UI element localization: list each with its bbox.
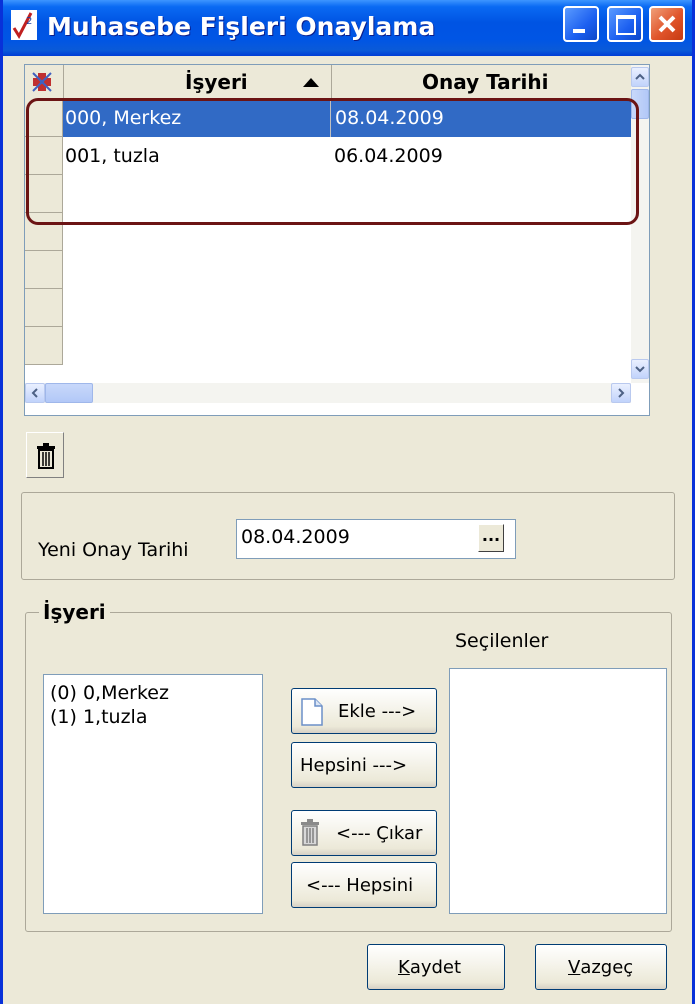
minimize-button[interactable] <box>563 6 599 42</box>
svg-text:2: 2 <box>26 16 32 27</box>
row-header[interactable] <box>25 327 63 365</box>
secilenler-label: Seçilenler <box>455 630 549 652</box>
cancel-button[interactable]: Vazgeç <box>535 944 667 990</box>
close-icon <box>658 15 676 33</box>
chevron-left-icon <box>31 388 38 398</box>
chevron-down-icon <box>635 366 645 373</box>
isyeri-group-legend: İşyeri <box>39 600 110 624</box>
main-window: 2 Muhasebe Fişleri Onaylama İşyeri Onay … <box>0 0 695 1004</box>
row-header[interactable] <box>25 289 63 327</box>
sort-ascending-icon <box>303 78 319 87</box>
maximize-button[interactable] <box>607 6 643 42</box>
scroll-left-button[interactable] <box>25 383 45 403</box>
scroll-down-button[interactable] <box>631 359 649 379</box>
window-title: Muhasebe Fişleri Onaylama <box>47 12 436 41</box>
new-document-icon <box>301 698 323 726</box>
save-button-label: Kaydet <box>398 945 461 989</box>
app-icon: 2 <box>11 10 37 40</box>
close-button[interactable] <box>649 6 685 42</box>
scroll-up-button[interactable] <box>631 67 649 87</box>
column-header-isyeri[interactable]: İşyeri <box>63 65 332 99</box>
yeni-onay-label: Yeni Onay Tarihi <box>38 539 189 561</box>
column-header-isyeri-label: İşyeri <box>185 70 248 94</box>
grid-header: İşyeri Onay Tarihi <box>25 65 632 100</box>
horizontal-scrollbar[interactable] <box>25 383 631 403</box>
trash-icon <box>37 443 55 469</box>
highlight-annotation <box>26 98 639 225</box>
cancel-label-rest: azgeç <box>580 956 634 978</box>
column-header-onay-tarihi-label: Onay Tarihi <box>422 70 549 94</box>
row-header[interactable] <box>25 251 63 289</box>
add-all-button[interactable]: Hepsini ---> <box>291 742 437 788</box>
date-picker-button[interactable]: ... <box>478 524 504 552</box>
remove-all-button[interactable]: <--- Hepsini <box>291 862 437 908</box>
chevron-right-icon <box>618 388 625 398</box>
scroll-right-button[interactable] <box>611 383 631 403</box>
remove-all-button-label: <--- Hepsini <box>306 874 414 896</box>
yeni-onay-panel: Yeni Onay Tarihi 08.04.2009 ... <box>21 492 675 580</box>
remove-button-label: <--- Çıkar <box>336 822 423 844</box>
selected-isyeri-list[interactable] <box>449 668 667 914</box>
list-item[interactable]: (1) 1,tuzla <box>50 705 147 729</box>
grid-settings-icon <box>32 72 52 92</box>
cancel-button-label: Vazgeç <box>568 945 633 989</box>
title-bar[interactable]: 2 Muhasebe Fişleri Onaylama <box>3 0 692 56</box>
save-button[interactable]: Kaydet <box>367 944 505 990</box>
list-item[interactable]: (0) 0,Merkez <box>50 681 169 705</box>
remove-button[interactable]: <--- Çıkar <box>291 810 437 856</box>
yeni-onay-date-input[interactable]: 08.04.2009 <box>236 519 516 559</box>
save-hotkey: K <box>398 956 410 978</box>
add-button[interactable]: Ekle ---> <box>291 688 437 734</box>
chevron-up-icon <box>635 73 645 80</box>
cancel-hotkey: V <box>568 956 581 978</box>
column-header-onay-tarihi[interactable]: Onay Tarihi <box>332 65 632 99</box>
save-label-rest: aydet <box>409 956 462 978</box>
grid-corner-button[interactable] <box>25 65 64 99</box>
delete-row-button[interactable] <box>26 432 64 478</box>
trash-icon <box>301 819 319 846</box>
available-isyeri-list[interactable]: (0) 0,Merkez (1) 1,tuzla <box>43 674 263 914</box>
horizontal-scroll-thumb[interactable] <box>45 383 93 403</box>
add-button-label: Ekle ---> <box>338 700 417 722</box>
add-all-button-label: Hepsini ---> <box>300 754 408 776</box>
